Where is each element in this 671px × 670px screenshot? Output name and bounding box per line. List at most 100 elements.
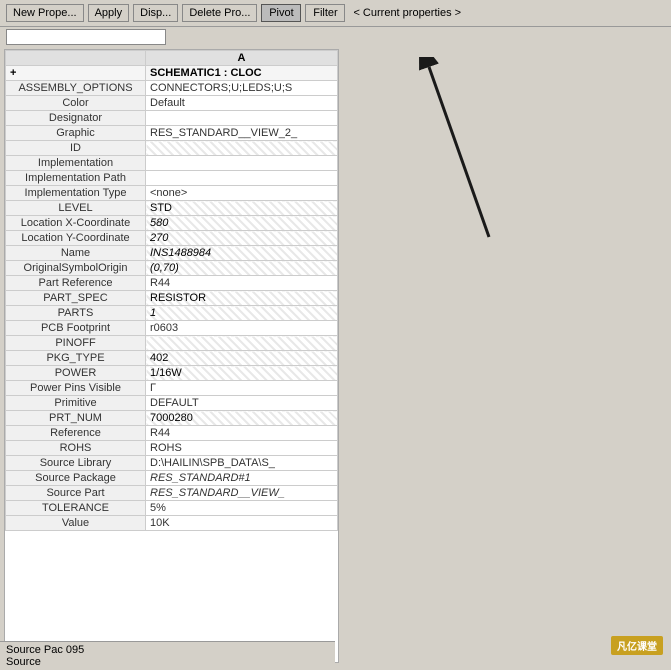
prop-value-cell[interactable] [146,156,338,171]
prop-value-cell[interactable]: (0,70) [146,261,338,276]
prop-value-cell[interactable]: RES_STANDARD__VIEW_2_ [146,126,338,141]
prop-name-cell: Power Pins Visible [6,381,146,396]
table-row: Implementation [6,156,338,171]
prop-value-cell[interactable]: STD [146,201,338,216]
col-a-header: A [146,51,338,66]
prop-value-cell[interactable]: R44 [146,426,338,441]
prop-name-cell: OriginalSymbolOrigin [6,261,146,276]
prop-name-cell: Value [6,516,146,531]
prop-value-cell[interactable]: Γ [146,381,338,396]
prop-name-cell: LEVEL [6,201,146,216]
table-row: Implementation Path [6,171,338,186]
filter-button[interactable]: Filter [305,4,345,22]
table-row: PART_SPECRESISTOR [6,291,338,306]
status-line1: Source Pac 095 [6,644,329,656]
prop-name-cell: ASSEMBLY_OPTIONS [6,81,146,96]
table-row: PKG_TYPE402 [6,351,338,366]
table-row: TOLERANCE5% [6,501,338,516]
prop-value-cell[interactable]: ROHS [146,441,338,456]
prop-name-cell: ROHS [6,441,146,456]
prop-name-cell: PKG_TYPE [6,351,146,366]
prop-value-cell[interactable]: D:\HAILIN\SPB_DATA\S_ [146,456,338,471]
prop-value-cell[interactable] [146,171,338,186]
table-row: ColorDefault [6,96,338,111]
prop-name-cell: POWER [6,366,146,381]
prop-value-cell[interactable]: RESISTOR [146,291,338,306]
prop-name-cell: Graphic [6,126,146,141]
properties-table-panel: A + SCHEMATIC1 : CLOC ASSEMBLY_OPTIONSCO… [4,49,339,663]
prop-name-cell: Source Library [6,456,146,471]
prop-value-cell[interactable]: Default [146,96,338,111]
table-row: ReferenceR44 [6,426,338,441]
table-row: Value10K [6,516,338,531]
prop-value-cell[interactable]: DEFAULT [146,396,338,411]
arrow-graphic [399,57,519,237]
prop-name-cell: Implementation [6,156,146,171]
prop-name-cell: TOLERANCE [6,501,146,516]
pivot-button[interactable]: Pivot [261,4,301,22]
prop-name-cell: Source Package [6,471,146,486]
delete-prop-button[interactable]: Delete Pro... [182,4,257,22]
current-properties-label: < Current properties > [353,7,461,19]
prop-value-cell[interactable]: 580 [146,216,338,231]
table-row: PCB Footprintr0603 [6,321,338,336]
prop-value-cell[interactable]: 270 [146,231,338,246]
prop-name-cell: PART_SPEC [6,291,146,306]
prop-value-cell[interactable]: 7000280 [146,411,338,426]
table-row: ROHSROHS [6,441,338,456]
prop-name-cell: Primitive [6,396,146,411]
prop-name-cell: Designator [6,111,146,126]
table-row: Power Pins VisibleΓ [6,381,338,396]
search-input[interactable] [6,29,166,45]
disp-button[interactable]: Disp... [133,4,178,22]
prop-value-cell[interactable]: 10K [146,516,338,531]
prop-value-cell[interactable]: CONNECTORS;U;LEDS;U;S [146,81,338,96]
status-bar: Source Pac 095 Source [0,641,335,670]
prop-name-cell: Name [6,246,146,261]
table-row: POWER1/16W [6,366,338,381]
apply-button[interactable]: Apply [88,4,130,22]
table-row: Part ReferenceR44 [6,276,338,291]
prop-value-cell[interactable]: 402 [146,351,338,366]
prop-value-cell[interactable]: <none> [146,186,338,201]
prop-value-cell[interactable]: 5% [146,501,338,516]
table-row: Location X-Coordinate580 [6,216,338,231]
table-row: ASSEMBLY_OPTIONSCONNECTORS;U;LEDS;U;S [6,81,338,96]
prop-name-cell: PCB Footprint [6,321,146,336]
prop-value-cell[interactable]: 1/16W [146,366,338,381]
prop-name-cell: Location X-Coordinate [6,216,146,231]
prop-name-cell: Color [6,96,146,111]
table-row: OriginalSymbolOrigin(0,70) [6,261,338,276]
prop-value-cell[interactable] [146,336,338,351]
table-row: Source PartRES_STANDARD__VIEW_ [6,486,338,501]
prop-value-cell[interactable]: 1 [146,306,338,321]
prop-name-cell: PRT_NUM [6,411,146,426]
prop-name-cell: PINOFF [6,336,146,351]
table-row: PrimitiveDEFAULT [6,396,338,411]
table-row: Source PackageRES_STANDARD#1 [6,471,338,486]
prop-value-cell[interactable]: r0603 [146,321,338,336]
prop-name-cell: ID [6,141,146,156]
toolbar: New Prope... Apply Disp... Delete Pro...… [0,0,671,27]
prop-value-cell[interactable]: R44 [146,276,338,291]
prop-value-cell[interactable]: RES_STANDARD#1 [146,471,338,486]
watermark-badge: 凡亿课堂 [611,636,663,655]
prop-value-cell[interactable]: RES_STANDARD__VIEW_ [146,486,338,501]
prop-value-cell[interactable] [146,111,338,126]
table-row: GraphicRES_STANDARD__VIEW_2_ [6,126,338,141]
main-area: A + SCHEMATIC1 : CLOC ASSEMBLY_OPTIONSCO… [0,47,671,665]
table-row: Source LibraryD:\HAILIN\SPB_DATA\S_ [6,456,338,471]
table-row: Location Y-Coordinate270 [6,231,338,246]
new-prop-button[interactable]: New Prope... [6,4,84,22]
table-row: LEVELSTD [6,201,338,216]
table-row: ID [6,141,338,156]
status-line2: Source [6,656,329,668]
prop-name-cell: Location Y-Coordinate [6,231,146,246]
right-panel: 凡亿课堂 [339,47,671,665]
prop-name-cell: Reference [6,426,146,441]
prop-value-cell[interactable]: INS1488984 [146,246,338,261]
prop-name-cell: Implementation Path [6,171,146,186]
prop-value-cell[interactable] [146,141,338,156]
schema-expand-icon[interactable]: + [6,66,146,81]
table-row: NameINS1488984 [6,246,338,261]
